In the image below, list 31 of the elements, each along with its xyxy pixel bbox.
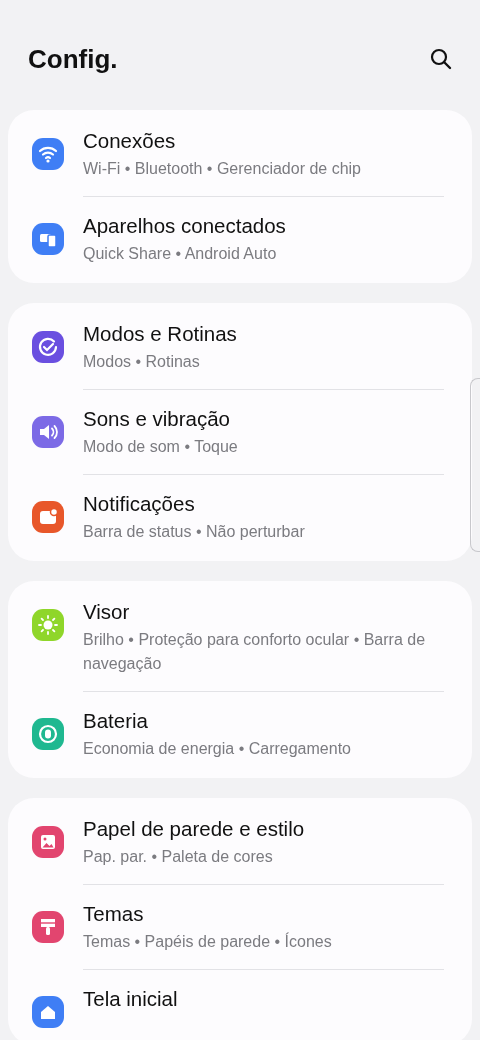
row-title: Notificações [83, 491, 196, 517]
row-title: Visor [83, 599, 131, 625]
row-title: Papel de parede e estilo [83, 816, 306, 842]
settings-row[interactable]: Sons e vibração Modo de som • Toque [8, 390, 472, 474]
row-subtitle: Economia de energia • Carregamento [83, 739, 352, 759]
screen-title: Config. [28, 43, 118, 75]
row-title: Sons e vibração [83, 406, 231, 432]
settings-row[interactable]: Temas Temas • Papéis de parede • Ícones [8, 885, 472, 969]
settings-row[interactable]: Visor Brilho • Proteção para conforto ocular • Barra de navegação [8, 583, 472, 691]
settings-row[interactable]: Aparelhos conectados Quick Share • Android Auto [8, 197, 472, 281]
row-subtitle: Modo de som • Toque [83, 437, 239, 457]
settings-row[interactable]: Notificações Barra de status • Não perturbar [8, 475, 472, 559]
row-subtitle: Quick Share • Android Auto [83, 244, 278, 264]
row-subtitle: Wi-Fi • Bluetooth • Gerenciador de chip [83, 159, 362, 179]
settings-row[interactable]: Bateria Economia de energia • Carregamento [8, 692, 472, 776]
settings-row[interactable]: Conexões Wi-Fi • Bluetooth • Gerenciador de chip [8, 112, 472, 196]
row-title: Modos e Rotinas [83, 321, 238, 347]
settings-row[interactable]: Tela inicial [8, 970, 472, 1040]
row-subtitle: Pap. par. • Paleta de cores [83, 847, 274, 867]
row-subtitle: Brilho • Proteção para conforto ocular • Barra de navegação [83, 630, 427, 674]
row-title: Aparelhos conectados [83, 213, 287, 239]
settings-row[interactable]: Papel de parede e estilo Pap. par. • Paleta de cores [8, 800, 472, 884]
row-subtitle: Temas • Papéis de parede • Ícones [83, 931, 333, 952]
settings-row[interactable]: Modos e Rotinas Modos • Rotinas [8, 305, 472, 389]
search-button[interactable] [428, 46, 454, 72]
row-title: Tela inicial [83, 986, 179, 1012]
row-subtitle: Modos • Rotinas [83, 352, 201, 372]
row-title: Bateria [83, 708, 149, 734]
row-subtitle: Barra de status • Não perturbar [83, 522, 306, 542]
row-title: Temas [83, 901, 145, 927]
row-title: Conexões [83, 128, 177, 154]
